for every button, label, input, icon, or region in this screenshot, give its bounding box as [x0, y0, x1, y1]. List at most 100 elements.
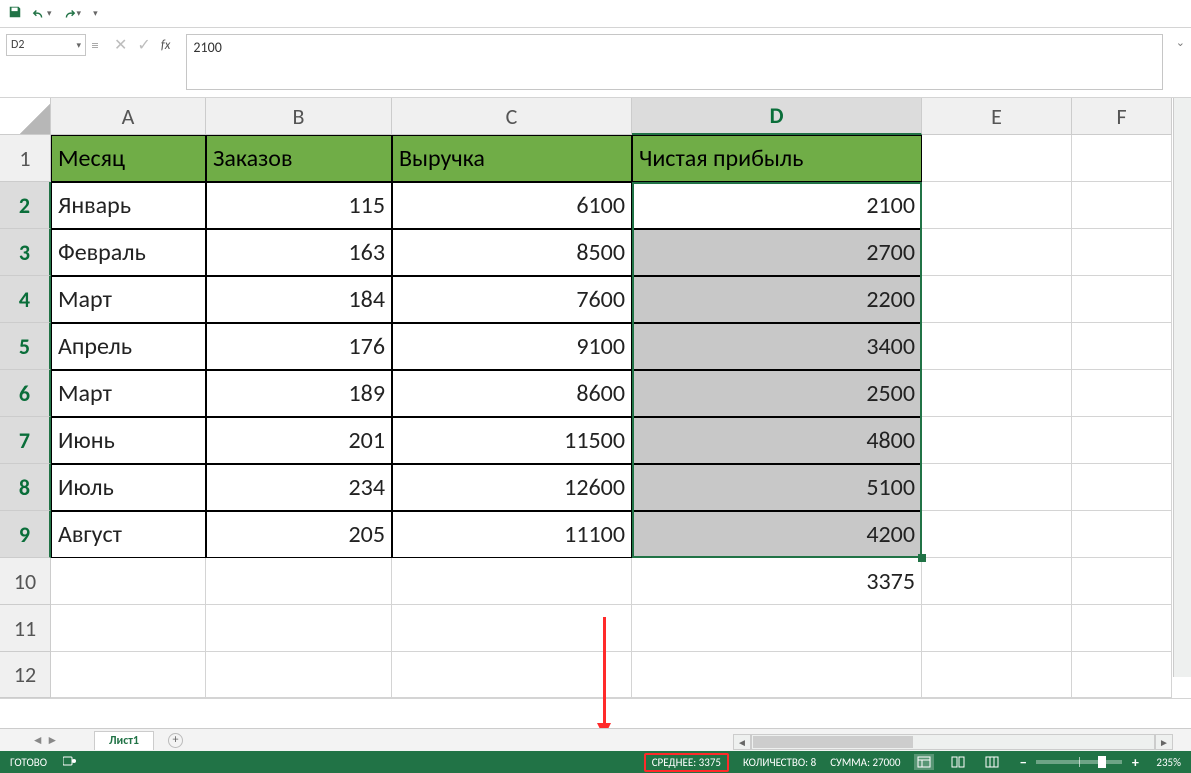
cell[interactable]	[922, 135, 1072, 182]
cell-active[interactable]: 2100	[632, 182, 922, 229]
cell[interactable]: 8500	[392, 229, 632, 276]
column-header-b[interactable]: B	[206, 98, 392, 135]
cell[interactable]	[392, 605, 632, 652]
column-header-e[interactable]: E	[922, 98, 1072, 135]
cell[interactable]: Март	[51, 370, 206, 417]
cell[interactable]	[922, 558, 1072, 605]
row-header[interactable]: 3	[0, 229, 51, 276]
name-box[interactable]: D2 ▾	[6, 34, 86, 56]
cell[interactable]: Январь	[51, 182, 206, 229]
view-page-layout-icon[interactable]	[948, 754, 968, 770]
column-header-c[interactable]: C	[392, 98, 632, 135]
cell[interactable]: 205	[206, 511, 392, 558]
cell[interactable]	[1072, 605, 1172, 652]
cell[interactable]: 115	[206, 182, 392, 229]
cell[interactable]: 3400	[632, 323, 922, 370]
cell[interactable]: 2700	[632, 229, 922, 276]
cell[interactable]: Апрель	[51, 323, 206, 370]
zoom-in-button[interactable]: +	[1128, 755, 1142, 769]
cell[interactable]	[1072, 417, 1172, 464]
cell[interactable]	[51, 605, 206, 652]
cell[interactable]: 7600	[392, 276, 632, 323]
cell[interactable]: Март	[51, 276, 206, 323]
formula-input[interactable]: 2100	[186, 34, 1163, 90]
cell[interactable]	[1072, 511, 1172, 558]
cell[interactable]: 2500	[632, 370, 922, 417]
add-sheet-button[interactable]: +	[168, 733, 183, 748]
scroll-left-icon[interactable]: ◄	[733, 734, 751, 750]
cell[interactable]: 6100	[392, 182, 632, 229]
tab-nav[interactable]: ◄ ►	[0, 733, 90, 748]
scroll-thumb[interactable]	[753, 736, 913, 748]
column-header-f[interactable]: F	[1072, 98, 1172, 135]
cell[interactable]	[1072, 323, 1172, 370]
cell[interactable]	[922, 229, 1072, 276]
cell[interactable]	[1072, 652, 1172, 698]
row-header[interactable]: 11	[0, 605, 51, 652]
cell[interactable]: 189	[206, 370, 392, 417]
cell[interactable]: Июнь	[51, 417, 206, 464]
cell[interactable]	[1072, 370, 1172, 417]
sheet-tab[interactable]: Лист1	[94, 731, 154, 750]
vertical-scrollbar[interactable]	[1173, 98, 1191, 677]
select-all-corner[interactable]	[0, 98, 51, 135]
cell[interactable]	[206, 605, 392, 652]
scroll-right-icon[interactable]: ►	[1155, 734, 1173, 750]
zoom-thumb[interactable]	[1098, 756, 1106, 768]
row-header[interactable]: 4	[0, 276, 51, 323]
resize-grip[interactable]	[92, 34, 98, 56]
horizontal-scrollbar[interactable]: ◄ ►	[733, 733, 1173, 751]
cell[interactable]	[392, 652, 632, 698]
cell[interactable]: Выручка	[392, 135, 632, 182]
cell[interactable]	[1072, 276, 1172, 323]
dropdown-arrow-icon[interactable]: ▾	[47, 9, 52, 18]
macro-record-icon[interactable]	[63, 755, 77, 770]
cell[interactable]	[1072, 558, 1172, 605]
row-header[interactable]: 6	[0, 370, 51, 417]
zoom-slider[interactable]: − +	[1016, 755, 1142, 769]
row-header[interactable]: 8	[0, 464, 51, 511]
customize-qat-icon[interactable]: ▾	[93, 9, 98, 18]
row-header[interactable]: 1	[0, 135, 51, 182]
row-header[interactable]: 5	[0, 323, 51, 370]
cell[interactable]	[922, 182, 1072, 229]
cell[interactable]: 8600	[392, 370, 632, 417]
cell[interactable]: 4800	[632, 417, 922, 464]
cell[interactable]	[922, 652, 1072, 698]
cell[interactable]: 201	[206, 417, 392, 464]
cell[interactable]	[922, 276, 1072, 323]
cell[interactable]: 9100	[392, 323, 632, 370]
zoom-out-button[interactable]: −	[1016, 755, 1030, 769]
cell[interactable]: 5100	[632, 464, 922, 511]
zoom-track[interactable]	[1036, 760, 1122, 764]
column-header-a[interactable]: A	[51, 98, 206, 135]
row-header[interactable]: 10	[0, 558, 51, 605]
dropdown-arrow-icon[interactable]: ▾	[76, 41, 81, 50]
cancel-icon[interactable]: ✕	[114, 35, 127, 55]
cell[interactable]	[632, 652, 922, 698]
row-header[interactable]: 2	[0, 182, 51, 229]
cell[interactable]: 3375	[632, 558, 922, 605]
cell[interactable]	[51, 558, 206, 605]
cell[interactable]: Чистая прибыль	[632, 135, 922, 182]
cell[interactable]: Февраль	[51, 229, 206, 276]
cell[interactable]	[1072, 464, 1172, 511]
cell[interactable]	[922, 323, 1072, 370]
undo-button[interactable]: ▾	[32, 7, 52, 21]
cell[interactable]	[922, 605, 1072, 652]
cell[interactable]: 4200	[632, 511, 922, 558]
fx-icon[interactable]: fx	[161, 38, 171, 53]
cell[interactable]	[1072, 135, 1172, 182]
cell[interactable]: 2200	[632, 276, 922, 323]
cell[interactable]	[206, 652, 392, 698]
cell[interactable]	[922, 464, 1072, 511]
cell[interactable]	[206, 558, 392, 605]
cell[interactable]: Июль	[51, 464, 206, 511]
row-header[interactable]: 7	[0, 417, 51, 464]
cell[interactable]	[632, 605, 922, 652]
cell[interactable]: 12600	[392, 464, 632, 511]
cell[interactable]	[51, 652, 206, 698]
cell[interactable]: 184	[206, 276, 392, 323]
save-icon[interactable]	[8, 5, 22, 23]
enter-icon[interactable]: ✓	[137, 35, 150, 55]
